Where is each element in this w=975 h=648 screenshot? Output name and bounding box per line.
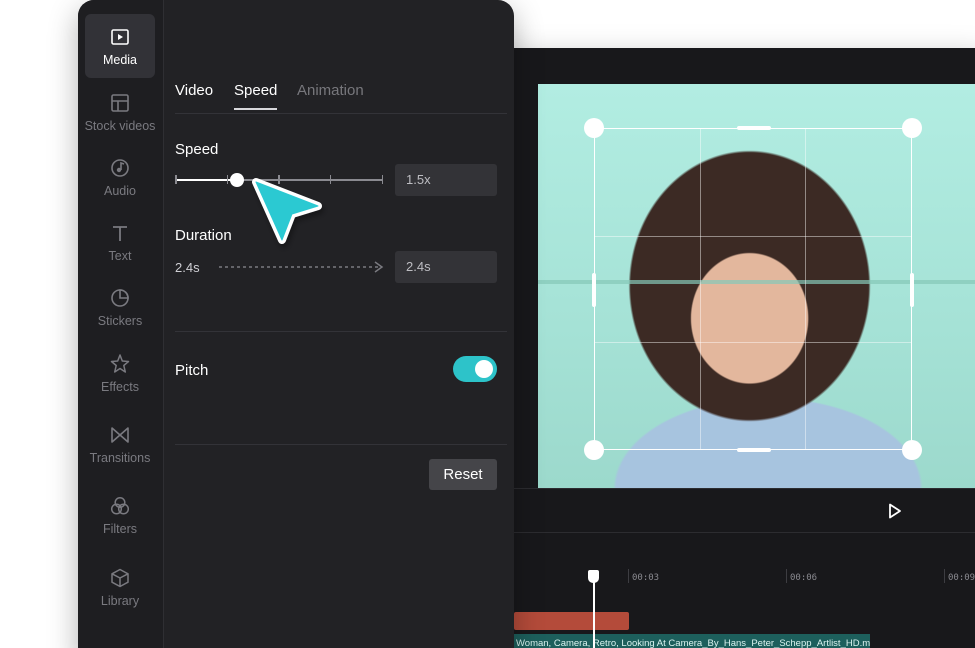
ruler-label: 00:09: [948, 573, 975, 583]
slider-stop: [226, 175, 229, 184]
library-icon: [111, 568, 129, 587]
sidebar-item-label: Filters: [102, 521, 138, 536]
sidebar-item-label: Stock videos: [84, 118, 156, 133]
crop-handle-right[interactable]: [910, 273, 914, 307]
play-icon: [889, 503, 901, 519]
sidebar-item-label: Effects: [101, 379, 139, 394]
slider-stop: [381, 175, 383, 184]
toolbar-divider: [470, 532, 975, 533]
slider-thumb[interactable]: [230, 173, 245, 187]
pointer-cursor-icon: [252, 178, 322, 244]
sidebar-item-library[interactable]: Library: [85, 555, 155, 619]
crop-handle-top[interactable]: [737, 126, 771, 130]
sidebar-item-filters[interactable]: Filters: [85, 483, 155, 547]
sidebar-item-text[interactable]: Text: [85, 210, 155, 274]
crop-handle-top-left[interactable]: [584, 118, 604, 138]
reset-button[interactable]: Reset: [429, 459, 497, 490]
new-duration-field[interactable]: 2.4s: [395, 251, 497, 283]
crop-handle-bottom[interactable]: [737, 448, 771, 452]
preview-window: 00:03 00:06 00:09 Woman, Camera, Retro, …: [470, 48, 975, 648]
section-divider: [175, 331, 507, 332]
sidebar: Media Stock videos Audio Text Stickers E…: [78, 0, 164, 648]
crop-handle-bottom-right[interactable]: [902, 440, 922, 460]
pitch-toggle[interactable]: [453, 356, 497, 382]
crop-box[interactable]: [584, 118, 922, 460]
sidebar-item-stickers[interactable]: Stickers: [85, 275, 155, 339]
speed-value-field[interactable]: 1.5x: [395, 164, 497, 196]
text-icon: [113, 225, 127, 241]
tab-video[interactable]: Video: [175, 82, 213, 108]
tab-animation[interactable]: Animation: [297, 82, 364, 108]
crop-handle-top-right[interactable]: [902, 118, 922, 138]
grid-line: [595, 235, 911, 237]
section-divider: [175, 444, 507, 445]
grid-line: [595, 342, 911, 344]
transitions-icon: [111, 426, 129, 443]
play-button[interactable]: [884, 500, 906, 522]
audio-clip[interactable]: [514, 612, 629, 630]
arrow-right-icon: [219, 261, 384, 273]
duration-label: Duration: [175, 227, 232, 244]
grid-line: [700, 129, 702, 449]
sidebar-item-label: Stickers: [97, 313, 143, 328]
stickers-icon: [111, 288, 129, 307]
sidebar-item-label: Audio: [104, 183, 136, 198]
editor-panel: Media Stock videos Audio Text Stickers E…: [78, 0, 514, 648]
ruler-tick: [944, 569, 945, 583]
video-track-clip[interactable]: Woman, Camera, Retro, Looking At Camera_…: [514, 634, 870, 648]
ruler-label: 00:03: [632, 573, 660, 583]
sidebar-item-label: Library: [100, 593, 140, 608]
media-icon: [111, 28, 129, 45]
ruler-tick: [628, 569, 629, 583]
filters-icon: [110, 496, 130, 515]
slider-stop: [329, 175, 332, 184]
original-duration: 2.4s: [175, 260, 200, 275]
video-preview[interactable]: [538, 84, 975, 488]
stock-videos-icon: [111, 93, 129, 112]
sidebar-item-stock-videos[interactable]: Stock videos: [85, 80, 155, 144]
ruler-tick: [786, 569, 787, 583]
property-tabs: Video Speed Animation: [175, 80, 507, 114]
audio-icon: [111, 158, 129, 177]
timeline-ruler[interactable]: 00:03 00:06 00:09: [470, 569, 975, 589]
sidebar-item-label: Text: [108, 248, 132, 263]
slider-stop: [175, 175, 177, 184]
clip-name: Woman, Camera, Retro, Looking At Camera_…: [516, 638, 870, 648]
effects-icon: [110, 353, 130, 373]
ruler-label: 00:06: [790, 573, 818, 583]
toggle-knob: [475, 360, 493, 378]
speed-label: Speed: [175, 141, 219, 158]
preview-divider: [470, 488, 975, 489]
properties-panel: Video Speed Animation Speed 1.5x Duratio…: [175, 0, 507, 648]
sidebar-item-transitions[interactable]: Transitions: [85, 412, 155, 476]
grid-line: [805, 129, 807, 449]
pitch-label: Pitch: [175, 362, 209, 379]
tab-speed[interactable]: Speed: [234, 82, 278, 110]
playhead-handle[interactable]: [588, 570, 599, 583]
sidebar-item-audio[interactable]: Audio: [85, 145, 155, 209]
sidebar-item-media[interactable]: Media: [85, 14, 155, 78]
sidebar-item-effects[interactable]: Effects: [85, 341, 155, 405]
sidebar-item-label: Transitions: [89, 450, 151, 465]
sidebar-item-label: Media: [102, 52, 138, 67]
crop-handle-bottom-left[interactable]: [584, 440, 604, 460]
crop-handle-left[interactable]: [592, 273, 596, 307]
